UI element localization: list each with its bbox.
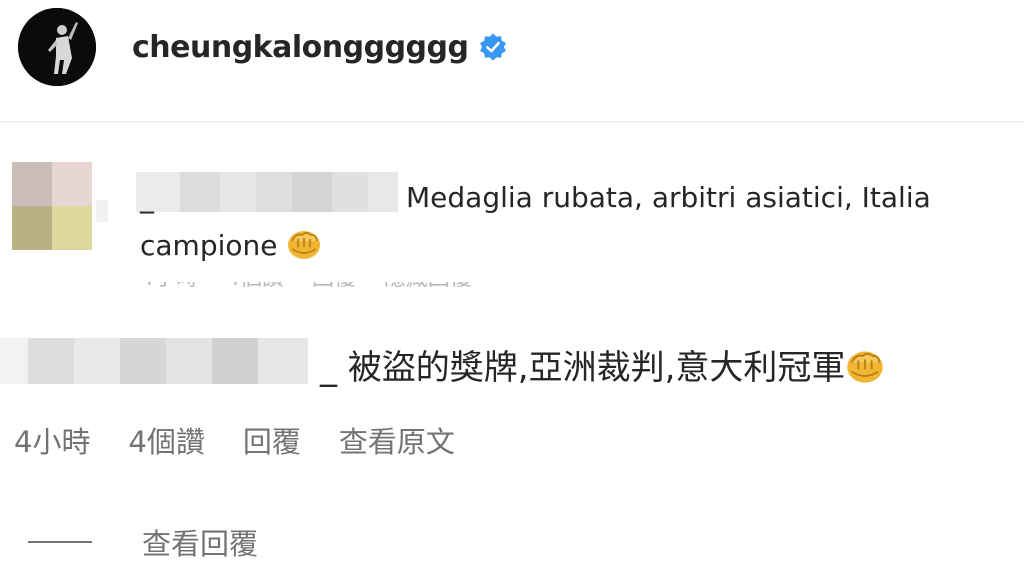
username-placeholder: _ — [320, 348, 337, 388]
comment-avatar-pixelated[interactable] — [12, 162, 92, 250]
see-original-button[interactable]: 查看原文 — [339, 419, 455, 461]
avatar-pixel — [12, 162, 52, 206]
avatar-pixel — [52, 206, 92, 250]
view-replies-button[interactable]: 查看回覆 — [28, 520, 258, 564]
comment-1-body: _ Medaglia rubata, arbitri asiatici, Ital… — [140, 174, 1000, 270]
avatar-pixel — [52, 162, 92, 206]
view-replies-label: 查看回覆 — [142, 527, 259, 561]
post-username[interactable]: cheungkalongggggg — [132, 30, 469, 65]
comment-1-meta-cutoff: 4小時 4個讚 回覆 隱藏回覆 — [140, 282, 560, 290]
avatar-edge-blur — [96, 200, 108, 222]
verified-badge-icon — [480, 33, 507, 61]
avatar-pixel — [12, 206, 52, 250]
comment-time: 4小時 — [14, 425, 91, 459]
comment-2-body: _ 被盜的獎牌,亞洲裁判,意大利冠軍 — [320, 344, 885, 392]
reply-button[interactable]: 回覆 — [243, 419, 301, 461]
oncoming-fist-icon — [288, 231, 321, 259]
post-header: cheungkalongggggg — [0, 0, 1024, 123]
blurred-username-2 — [0, 338, 308, 384]
username-row: cheungkalongggggg — [132, 22, 508, 72]
username-placeholder: _ — [140, 181, 154, 214]
comment-2-meta: 4小時 4個讚 回覆 查看原文 — [14, 418, 455, 462]
instagram-comments-view: cheungkalongggggg _ Medaglia rubata, arbi… — [0, 0, 1024, 576]
comment-2-text: 被盜的獎牌,亞洲裁判,意大利冠軍 — [347, 348, 846, 388]
oncoming-fist-icon — [847, 351, 884, 383]
fencer-silhouette-icon — [18, 8, 96, 86]
view-replies-line — [28, 541, 92, 543]
header-divider — [0, 121, 1024, 123]
profile-avatar[interactable] — [18, 8, 96, 86]
likes-count-button[interactable]: 4個讚 — [128, 419, 204, 461]
